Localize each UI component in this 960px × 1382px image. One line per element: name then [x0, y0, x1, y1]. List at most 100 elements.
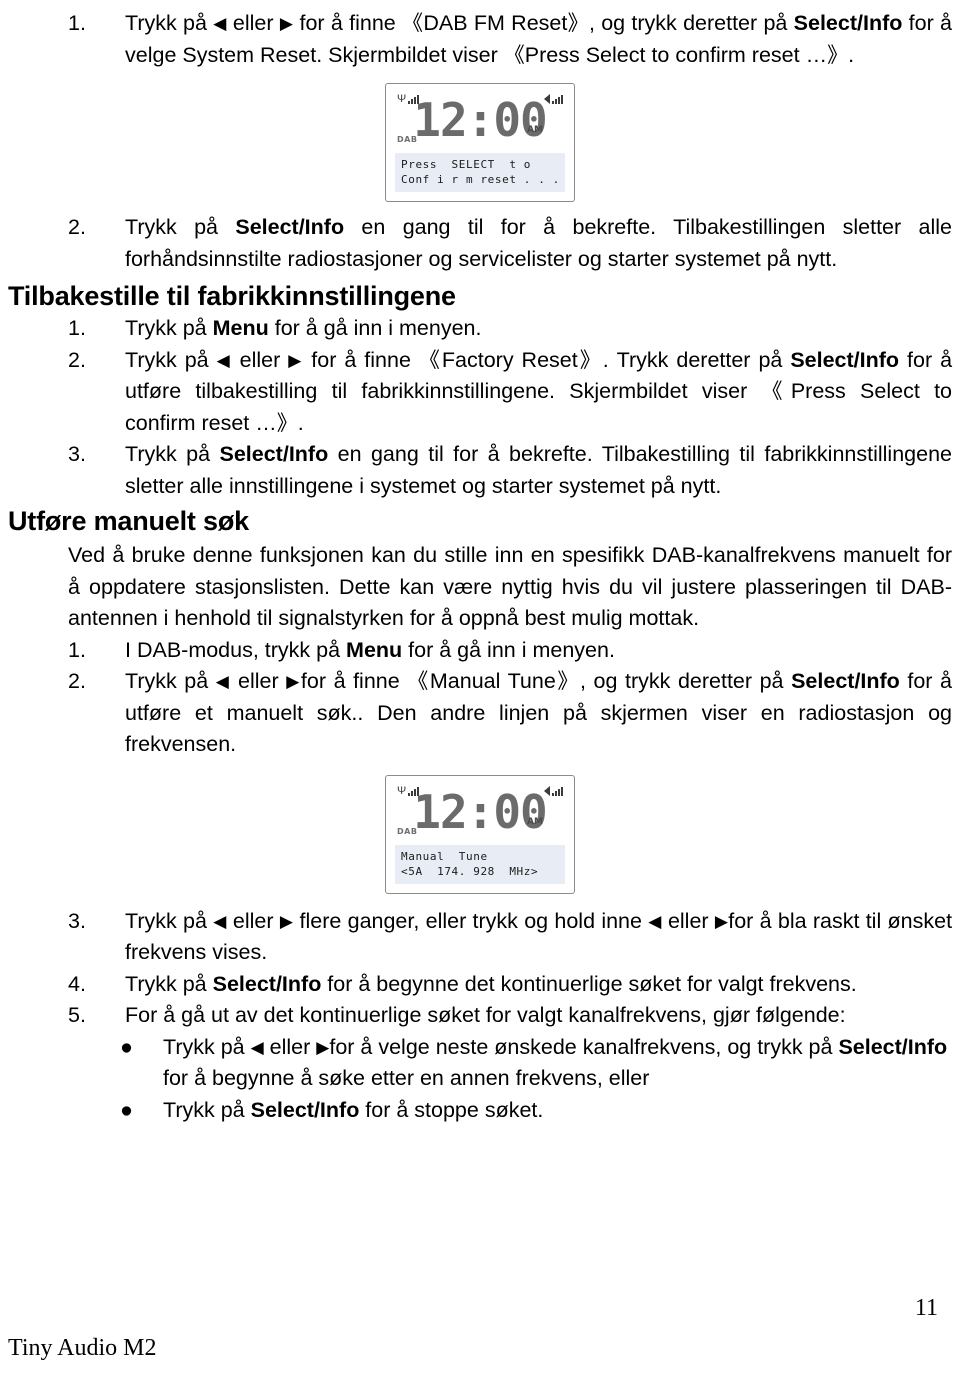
step-text: Trykk på ◀ eller ▶ flere ganger, eller t…	[125, 909, 952, 965]
text-fragment: eller	[230, 669, 287, 693]
bullet-marker-icon: ●	[120, 1034, 133, 1059]
text-fragment: for å finne	[303, 347, 419, 372]
button-name-select-info: Select/Info	[235, 215, 345, 239]
step-text: Trykk på Select/Info en gang til for å b…	[125, 215, 952, 271]
text-fragment: Trykk på	[125, 442, 220, 466]
lcd-line-1: Press SELECT t o	[401, 158, 532, 171]
text-fragment: , og trykk deretter på	[588, 11, 794, 35]
bullet-text: Trykk på ◀ eller ▶for å velge neste ønsk…	[163, 1035, 947, 1091]
lcd-display-manual-tune: Ψ DAB 12:00 AM Manual Tune <5A 174. 928 …	[385, 774, 575, 894]
left-arrow-icon: ◀	[213, 911, 227, 931]
list-number: 5.	[68, 1003, 86, 1027]
list-item-manual-search-1: 1. I DAB-modus, trykk på Menu for å gå i…	[8, 635, 952, 667]
bullet-marker-icon: ●	[120, 1097, 133, 1122]
right-arrow-icon: ▶	[279, 911, 294, 931]
lcd-status-area: Ψ DAB 12:00 AM	[395, 783, 565, 845]
text-fragment: flere ganger, eller trykk og hold inne	[293, 908, 649, 933]
text-fragment: I DAB-modus, trykk på	[125, 637, 347, 662]
list-item-factory-reset-1: 1. Trykk på Menu for å gå inn i menyen.	[8, 313, 952, 345]
clock-time: 12:00	[413, 784, 547, 839]
text-fragment: eller	[661, 908, 715, 933]
text-fragment: eller	[231, 347, 289, 372]
text-fragment: for å finne	[300, 669, 408, 693]
bullet-item-stop-search: ● Trykk på Select/Info for å stoppe søke…	[8, 1095, 952, 1127]
quote-close: 》	[276, 411, 298, 435]
right-arrow-icon: ▶	[279, 14, 294, 33]
text-fragment: , og trykk deretter på	[579, 669, 792, 693]
footer-brand: Tiny Audio M2	[8, 1335, 157, 1361]
list-item-manual-search-3: 3. Trykk på ◀ eller ▶ flere ganger, elle…	[8, 906, 952, 969]
list-number: 2.	[68, 347, 86, 372]
lcd-message-area: Manual Tune <5A 174. 928 MHz>	[395, 844, 565, 884]
bullet-item-next-frequency: ● Trykk på ◀ eller ▶for å velge neste øn…	[8, 1032, 952, 1095]
lcd-line-2: <5A 174. 928 MHz>	[401, 864, 539, 878]
list-number: 1.	[68, 637, 86, 662]
list-number: 1.	[68, 316, 86, 340]
text-fragment: Trykk på	[125, 908, 214, 933]
page-number: 11	[914, 1295, 938, 1321]
quote-open: 《	[503, 43, 525, 67]
text-fragment: for å velge neste ønskede kanalfrekvens,…	[329, 1034, 839, 1059]
heading-factory-reset: Tilbakestille til fabrikkinnstillingene	[8, 281, 456, 311]
clock-time: 12:00	[413, 93, 547, 147]
quote-close: 》	[577, 348, 603, 372]
text-fragment: Trykk på	[125, 669, 216, 693]
text-fragment: Trykk på	[163, 1097, 251, 1122]
button-name-select-info: Select/Info	[791, 669, 900, 693]
list-item-manual-search-5: 5. For å gå ut av det kontinuerlige søke…	[8, 1000, 952, 1032]
text-fragment: Trykk på	[125, 316, 213, 340]
left-arrow-icon: ◀	[215, 672, 231, 691]
menu-item-name: Manual Tune	[429, 669, 556, 693]
text-fragment: Trykk på	[125, 11, 214, 35]
lcd-line-1: Manual Tune	[401, 849, 488, 863]
quote-close: 》	[555, 670, 580, 693]
lcd-display-reset: Ψ DAB 12:00 AM Press SELECT t o Conf i r…	[385, 83, 575, 202]
left-arrow-icon: ◀	[250, 1037, 264, 1057]
manual-page: 1. Trykk på ◀ eller ▶ for å finne 《 DAB F…	[0, 8, 960, 1382]
list-number: 2.	[68, 215, 86, 239]
quote-open: 《	[418, 348, 442, 372]
lcd-figure-manual-tune-wrapper: Ψ DAB 12:00 AM Manual Tune <5A 174. 928 …	[8, 774, 952, 894]
text-fragment: eller	[263, 1034, 317, 1059]
text-fragment: .	[297, 410, 304, 435]
text-fragment: eller	[226, 11, 280, 35]
quote-open: 《	[407, 670, 430, 693]
list-item-manual-search-4: 4. Trykk på Select/Info for å begynne de…	[8, 969, 952, 1001]
clock-ampm: AM	[527, 816, 543, 827]
text-fragment: for å begynne å søke etter en annen frek…	[163, 1066, 650, 1090]
text-fragment: Trykk på	[125, 971, 213, 996]
heading-manual-search: Utføre manuelt søk	[8, 506, 249, 536]
list-number: 4.	[68, 971, 86, 996]
lcd-status-area: Ψ DAB 12:00 AM	[395, 91, 565, 153]
menu-item-name: DAB FM Reset	[423, 11, 568, 35]
button-name-select-info: Select/Info	[250, 1097, 360, 1122]
text-fragment: Trykk på	[125, 347, 217, 372]
right-arrow-icon: ▶	[316, 1037, 330, 1057]
left-arrow-icon: ◀	[648, 911, 662, 931]
quote-open: 《	[761, 380, 791, 403]
button-name-select-info: Select/Info	[793, 11, 903, 35]
text-fragment: Trykk på	[163, 1034, 251, 1059]
text-fragment: Trykk på	[125, 215, 236, 239]
lcd-figure-reset-wrapper: Ψ DAB 12:00 AM Press SELECT t o Conf i r…	[8, 83, 952, 202]
step-text: Trykk på Select/Info en gang til for å b…	[125, 442, 952, 498]
lcd-line-2: Conf i r m reset . . .	[401, 173, 560, 186]
list-item-factory-reset-2: 2. Trykk på ◀ eller ▶ for å finne 《Facto…	[8, 345, 952, 440]
button-name-menu: Menu	[212, 316, 269, 340]
quote-close: 》	[827, 43, 849, 67]
paragraph-manual-search-intro: Ved å bruke denne funksjonen kan du stil…	[68, 543, 952, 630]
text-fragment: . Trykk deretter på	[602, 347, 791, 372]
list-item-factory-reset-3: 3. Trykk på Select/Info en gang til for …	[8, 439, 952, 502]
step-text: Trykk på ◀ eller ▶ for å finne 《Factory …	[125, 348, 952, 435]
text-fragment: eller	[226, 908, 280, 933]
left-arrow-icon: ◀	[216, 350, 232, 370]
button-name-select-info: Select/Info	[219, 442, 329, 466]
screen-message: Press Select to confirm reset …	[524, 42, 828, 67]
text-fragment: for å finne	[293, 11, 403, 35]
bullet-text: Trykk på Select/Info for å stoppe søket.	[163, 1098, 543, 1122]
step-text: Trykk på Select/Info for å begynne det k…	[125, 972, 857, 996]
step-text: I DAB-modus, trykk på Menu for å gå inn …	[125, 638, 615, 662]
text-fragment: for å begynne det kontinuerlige søket fo…	[321, 971, 857, 996]
list-item-system-reset-2: 2. Trykk på Select/Info en gang til for …	[8, 212, 952, 275]
text-fragment: for å gå inn i menyen.	[402, 637, 615, 662]
